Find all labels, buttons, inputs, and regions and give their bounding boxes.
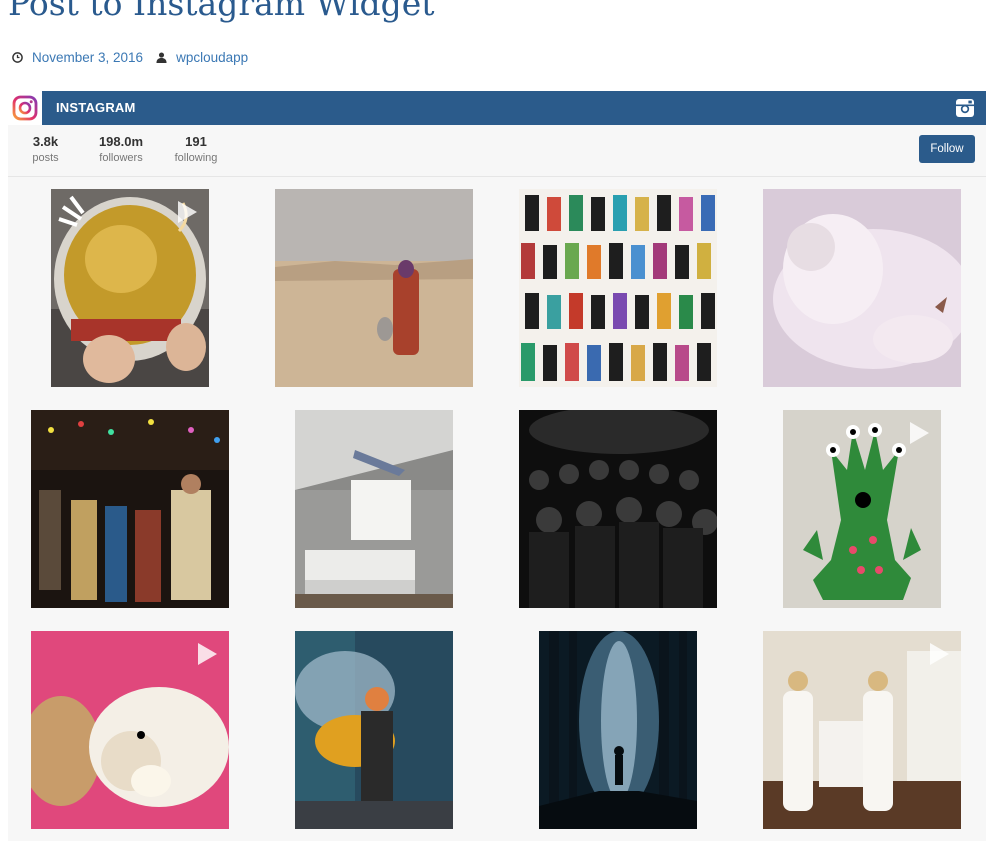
posts-stat: 3.8k posts	[32, 134, 59, 166]
user-icon	[156, 51, 167, 63]
post-author-link[interactable]: wpcloudapp	[176, 50, 248, 65]
photo-astronaut-helmet[interactable]	[51, 189, 209, 387]
instagram-header: INSTAGRAM	[8, 91, 986, 125]
followers-count: 198.0m	[98, 134, 144, 149]
photo-guinea-pigs[interactable]	[31, 631, 229, 829]
photo-portrait-illustrations[interactable]	[519, 189, 717, 387]
video-play-icon	[178, 201, 197, 223]
photo-smoke-figure[interactable]	[763, 189, 961, 387]
profile-stats: 3.8k posts 198.0m followers 191 followin…	[8, 125, 986, 177]
following-label: following	[174, 152, 218, 164]
photo-forest-silhouette[interactable]	[539, 631, 697, 829]
video-play-icon	[910, 422, 929, 444]
photo-festival-street[interactable]	[31, 410, 229, 608]
video-play-icon	[930, 643, 949, 665]
video-play-icon	[198, 643, 217, 665]
follow-button[interactable]: Follow	[919, 135, 975, 163]
post-meta: November 3, 2016 wpcloudapp	[12, 47, 248, 67]
posts-label: posts	[32, 152, 59, 164]
instagram-header-title: INSTAGRAM	[56, 100, 136, 115]
posts-count: 3.8k	[32, 134, 59, 149]
following-stat: 191 following	[174, 134, 218, 166]
photo-twins-kitchen[interactable]	[763, 631, 961, 829]
followers-label: followers	[99, 152, 143, 164]
following-count: 191	[185, 134, 207, 149]
photo-desert-woman[interactable]	[275, 189, 473, 387]
post-date-link[interactable]: November 3, 2016	[32, 50, 143, 65]
photo-dark-crowd[interactable]	[519, 410, 717, 608]
photo-levitating-bedroom[interactable]	[295, 410, 453, 608]
page-title: Post to Instagram Widget	[8, 0, 435, 23]
instagram-logo[interactable]	[8, 91, 42, 125]
instagram-logo-icon	[12, 95, 38, 121]
photo-green-hand-monster[interactable]	[783, 410, 941, 608]
clock-icon	[12, 51, 23, 63]
followers-stat: 198.0m followers	[98, 134, 144, 166]
instagram-widget: INSTAGRAM 3.8k posts 198.0m followers 19…	[8, 91, 986, 841]
instagram-icon[interactable]	[956, 99, 974, 117]
photo-smoke-skull[interactable]	[295, 631, 453, 829]
